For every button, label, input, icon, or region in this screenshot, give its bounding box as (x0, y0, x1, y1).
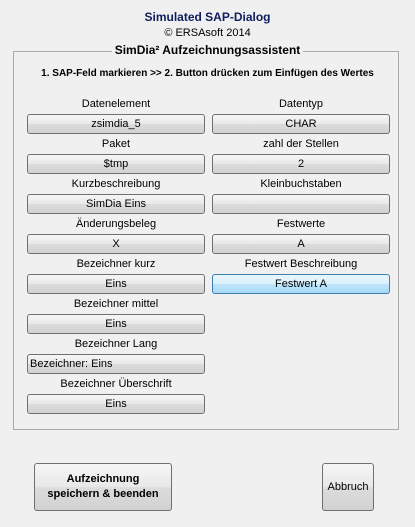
label-zahl-der-stellen: zahl der Stellen (263, 138, 339, 150)
festwert-beschreibung-button[interactable]: Festwert A (212, 274, 390, 294)
bezeichner-lang-button[interactable]: Bezeichner: Eins (27, 354, 205, 374)
label-aenderungsbeleg: Änderungsbeleg (75, 218, 157, 230)
datentyp-button[interactable]: CHAR (212, 114, 390, 134)
save-and-finish-button[interactable]: Aufzeichnung speichern & beenden (34, 463, 172, 511)
label-festwerte: Festwerte (276, 218, 326, 230)
label-datenelement: Datenelement (81, 98, 151, 110)
instruction-text: 1. SAP-Feld markieren >> 2. Button drück… (41, 68, 374, 79)
label-bezeichner-lang: Bezeichner Lang (74, 338, 158, 350)
app-title: Simulated SAP-Dialog (144, 10, 271, 24)
save-button-label: Aufzeichnung speichern & beenden (47, 472, 158, 502)
kleinbuchstaben-button[interactable] (212, 194, 390, 214)
label-festwert-beschreibung: Festwert Beschreibung (244, 258, 358, 270)
label-bezeichner-kurz: Bezeichner kurz (76, 258, 156, 270)
label-bezeichner-ueberschrift: Bezeichner Überschrift (60, 378, 172, 390)
datenelement-button[interactable]: zsimdia_5 (27, 114, 205, 134)
zahl-der-stellen-button[interactable]: 2 (212, 154, 390, 174)
label-paket: Paket (101, 138, 131, 150)
group-title: SimDia² Aufzeichnungsassistent (0, 43, 415, 57)
cancel-button[interactable]: Abbruch (322, 463, 374, 511)
aenderungsbeleg-button[interactable]: X (27, 234, 205, 254)
save-button-line1: Aufzeichnung (66, 473, 140, 485)
label-datentyp: Datentyp (278, 98, 324, 110)
copyright-text: © ERSAsoft 2014 (164, 27, 251, 39)
paket-button[interactable]: $tmp (27, 154, 205, 174)
festwerte-button[interactable]: A (212, 234, 390, 254)
bezeichner-mittel-button[interactable]: Eins (27, 314, 205, 334)
group-title-text: SimDia² Aufzeichnungsassistent (111, 43, 304, 57)
label-kleinbuchstaben: Kleinbuchstaben (260, 178, 342, 190)
label-bezeichner-mittel: Bezeichner mittel (73, 298, 159, 310)
label-kurzbeschreibung: Kurzbeschreibung (71, 178, 161, 190)
kurzbeschreibung-button[interactable]: SimDia Eins (27, 194, 205, 214)
bezeichner-ueberschrift-button[interactable]: Eins (27, 394, 205, 414)
bezeichner-kurz-button[interactable]: Eins (27, 274, 205, 294)
save-button-line2: speichern & beenden (47, 488, 159, 500)
